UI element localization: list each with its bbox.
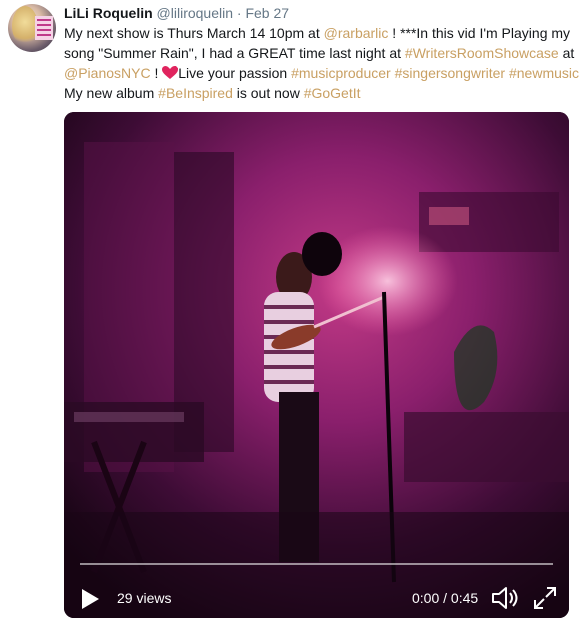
tweet-text: My next show is Thurs March 14 10pm at @… bbox=[64, 23, 579, 103]
separator: · bbox=[236, 5, 242, 21]
mention-link[interactable]: @PianosNYC bbox=[64, 65, 151, 81]
video-time: 0:00 / 0:45 bbox=[412, 590, 479, 606]
tweet-text-segment: ! bbox=[150, 65, 163, 81]
tweet-text-line: My next show is Thurs March 14 10pm at @… bbox=[64, 23, 576, 43]
tweet-text-segment: at bbox=[558, 45, 575, 61]
hashtag-link[interactable]: #BeInspired bbox=[158, 85, 233, 101]
tweet-text-line: @PianosNYC ! Live your passion #musicpro… bbox=[64, 63, 579, 83]
mention-link[interactable]: @rarbarlic bbox=[324, 25, 389, 41]
video-player[interactable]: 29 views 0:00 / 0:45 bbox=[64, 112, 569, 618]
sparkling-heart-icon bbox=[162, 65, 179, 79]
handle[interactable]: @liliroquelin bbox=[157, 5, 233, 21]
hashtag-link[interactable]: #WritersRoomShowcase bbox=[405, 45, 559, 61]
hashtag-link[interactable]: #musicproducer bbox=[291, 65, 391, 81]
tweet-text-line: song "Summer Rain", I had a GREAT time l… bbox=[64, 43, 576, 63]
avatar[interactable] bbox=[8, 4, 56, 52]
tweet-text-segment: ! ***In this vid I'm Playing my bbox=[388, 25, 571, 41]
volume-icon[interactable] bbox=[491, 585, 519, 611]
progress-bar[interactable] bbox=[80, 563, 553, 565]
tweet-text-segment: My next show is Thurs March 14 10pm at bbox=[64, 25, 324, 41]
tweet-date[interactable]: Feb 27 bbox=[245, 5, 289, 21]
play-icon[interactable] bbox=[80, 588, 100, 610]
video-frame bbox=[64, 112, 569, 618]
avatar-pink-card bbox=[35, 16, 53, 40]
hashtag-link[interactable]: #GoGetIt bbox=[304, 85, 361, 101]
hashtag-link[interactable]: #singersongwriter bbox=[395, 65, 506, 81]
tweet-text-segment: My new album bbox=[64, 85, 159, 101]
tweet-text-segment: Live your passion bbox=[178, 65, 292, 81]
tweet-text-line: My new album #BeInspired is out now #GoG… bbox=[64, 83, 576, 103]
fullscreen-icon[interactable] bbox=[532, 585, 558, 611]
hashtag-link[interactable]: #newmusic bbox=[509, 65, 579, 81]
view-count: 29 views bbox=[117, 590, 172, 606]
display-name[interactable]: LiLi Roquelin bbox=[64, 5, 153, 21]
video-controls: 29 views 0:00 / 0:45 bbox=[64, 578, 569, 618]
tweet-text-segment: song "Summer Rain", I had a GREAT time l… bbox=[64, 45, 405, 61]
tweet-text-segment: is out now bbox=[232, 85, 304, 101]
tweet-header: LiLi Roquelin @liliroquelin · Feb 27 bbox=[64, 3, 289, 23]
